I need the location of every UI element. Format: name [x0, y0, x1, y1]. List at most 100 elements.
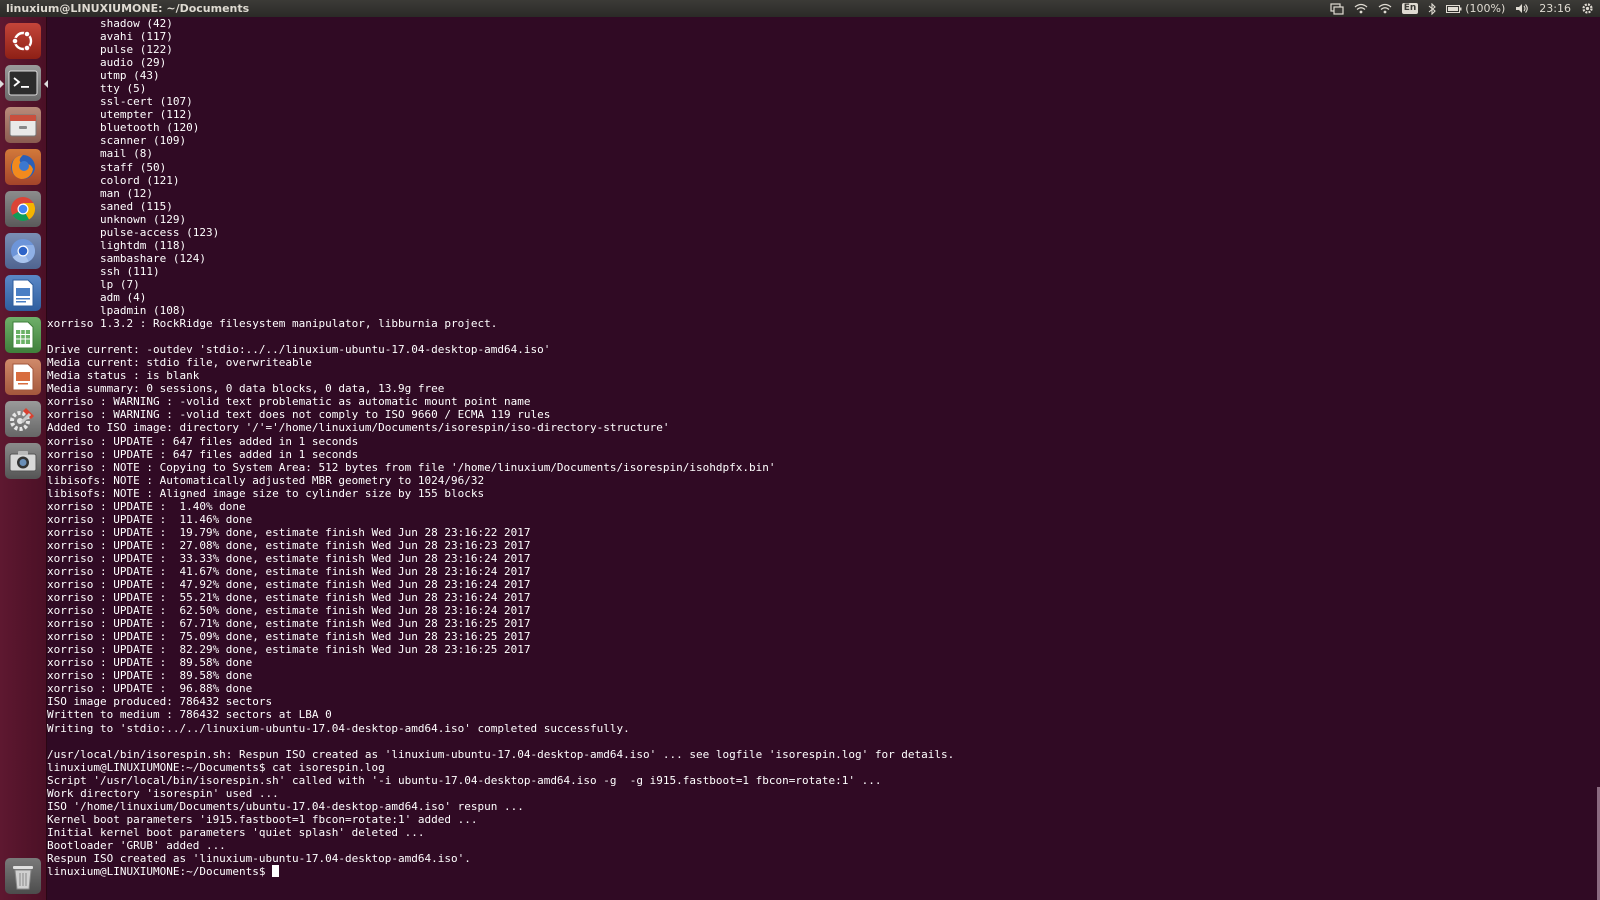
- terminal-line: Kernel boot parameters 'i915.fastboot=1 …: [47, 812, 478, 826]
- terminal-line: Added to ISO image: directory '/'='/home…: [47, 421, 670, 435]
- launcher-item-firefox[interactable]: [5, 149, 41, 185]
- chrome-icon: [11, 197, 36, 222]
- terminal-line: ISO image produced: 786432 sectors: [47, 695, 273, 709]
- terminal-line: utempter (112): [47, 108, 193, 122]
- terminal-line: ISO '/home/linuxium/Documents/ubuntu-17.…: [47, 799, 524, 813]
- launcher-item-files[interactable]: [5, 107, 41, 143]
- ubuntu-dash-icon: [11, 30, 33, 52]
- terminal-line: xorriso : UPDATE : 82.29% done, estimate…: [47, 643, 531, 657]
- terminal-line: shadow (42): [47, 17, 173, 30]
- launcher-item-terminal[interactable]: [0, 65, 48, 101]
- terminal-line: xorriso : UPDATE : 67.71% done, estimate…: [47, 617, 531, 631]
- terminal-line: staff (50): [47, 160, 167, 174]
- running-indicator: [0, 80, 4, 88]
- terminal-line: bluetooth (120): [47, 121, 200, 135]
- launcher-item-trash[interactable]: [5, 858, 41, 894]
- top-panel: linuxium@LINUXIUMONE: ~/Documents En (10…: [0, 0, 1600, 17]
- terminal-line: /usr/local/bin/isorespin.sh: Respun ISO …: [47, 747, 955, 761]
- trash-icon: [13, 866, 33, 890]
- terminal-line: Media status : is blank: [47, 369, 200, 383]
- terminal-line: xorriso : UPDATE : 89.58% done: [47, 669, 253, 683]
- terminal-line: ssh (111): [47, 264, 160, 278]
- terminal-line: saned (115): [47, 199, 173, 213]
- indicator-area: En (100%) 23:16: [1330, 0, 1594, 17]
- wifi-icon[interactable]: [1354, 0, 1368, 17]
- libreoffice-calc-icon: [12, 321, 34, 349]
- clock[interactable]: 23:16: [1539, 0, 1571, 17]
- terminal-line: xorriso : UPDATE : 1.40% done: [47, 499, 246, 513]
- terminal-line: sambashare (124): [47, 251, 206, 265]
- terminal-line: linuxium@LINUXIUMONE:~/Documents$ cat is…: [47, 760, 385, 774]
- terminal-line: xorriso : UPDATE : 47.92% done, estimate…: [47, 578, 531, 592]
- terminal-line: lp (7): [47, 277, 140, 291]
- terminal-line: xorriso : WARNING : -volid text does not…: [47, 408, 551, 422]
- terminal-line: xorriso : UPDATE : 27.08% done, estimate…: [47, 538, 531, 552]
- libreoffice-writer-icon: [12, 279, 34, 307]
- terminal-line: xorriso : NOTE : Copying to System Area:…: [47, 460, 776, 474]
- battery-icon: [1446, 4, 1462, 13]
- shell-prompt: linuxium@LINUXIUMONE:~/Documents$: [47, 865, 273, 879]
- battery-percentage: (100%): [1465, 2, 1506, 15]
- terminal-line: adm (4): [47, 290, 147, 304]
- bluetooth-icon[interactable]: [1428, 0, 1437, 17]
- terminal-line: xorriso : UPDATE : 41.67% done, estimate…: [47, 564, 531, 578]
- chromium-icon: [11, 239, 36, 264]
- system-gear-icon[interactable]: [1581, 0, 1594, 17]
- launcher-item-settings[interactable]: [5, 401, 41, 437]
- terminal-line: Work directory 'isorespin' used ...: [47, 786, 279, 800]
- terminal-line: unknown (129): [47, 212, 187, 226]
- terminal-line: libisofs: NOTE : Automatically adjusted …: [47, 473, 485, 487]
- terminal-line: Writing to 'stdio:../../linuxium-ubuntu-…: [47, 721, 630, 735]
- screenshot-icon: [9, 451, 37, 472]
- terminal-line: Bootloader 'GRUB' added ...: [47, 838, 226, 852]
- launcher-item-calc[interactable]: [5, 317, 41, 353]
- terminal-line: Media summary: 0 sessions, 0 data blocks…: [47, 382, 445, 396]
- terminal-line: Drive current: -outdev 'stdio:../../linu…: [47, 343, 551, 357]
- terminal-line: mail (8): [47, 147, 153, 161]
- volume-icon[interactable]: [1515, 0, 1529, 17]
- prompt-line[interactable]: linuxium@LINUXIUMONE:~/Documents$: [47, 865, 1600, 878]
- launcher-item-screenshot[interactable]: [5, 443, 41, 479]
- terminal-line: pulse-access (123): [47, 225, 220, 239]
- terminal-line: xorriso : UPDATE : 647 files added in 1 …: [47, 434, 359, 448]
- terminal-line: xorriso : UPDATE : 33.33% done, estimate…: [47, 551, 531, 565]
- keyboard-layout-label: En: [1401, 3, 1419, 14]
- terminal-line: ssl-cert (107): [47, 95, 193, 109]
- terminal-line: scanner (109): [47, 134, 187, 148]
- terminal-line: libisofs: NOTE : Aligned image size to c…: [47, 486, 485, 500]
- launcher-item-writer[interactable]: [5, 275, 41, 311]
- terminal-window[interactable]: shadow (42) avahi (117) pulse (122) audi…: [47, 17, 1600, 900]
- terminal-line: man (12): [47, 186, 153, 200]
- launcher-item-chromium[interactable]: [5, 233, 41, 269]
- terminal-line: Respun ISO created as 'linuxium-ubuntu-1…: [47, 852, 471, 865]
- terminal-line: colord (121): [47, 173, 180, 187]
- terminal-line: avahi (117): [47, 30, 173, 44]
- libreoffice-impress-icon: [12, 363, 34, 391]
- terminal-line: xorriso : WARNING : -volid text problema…: [47, 395, 531, 409]
- terminal-line: pulse (122): [47, 43, 173, 57]
- terminal-line: Initial kernel boot parameters 'quiet sp…: [47, 825, 425, 839]
- files-icon: [9, 114, 37, 137]
- terminal-line: Media current: stdio file, overwriteable: [47, 356, 312, 370]
- terminal-line: xorriso : UPDATE : 96.88% done: [47, 682, 253, 696]
- terminal-line: Script '/usr/local/bin/isorespin.sh' cal…: [47, 773, 882, 787]
- battery-indicator[interactable]: (100%): [1446, 0, 1505, 17]
- terminal-line: xorriso : UPDATE : 55.21% done, estimate…: [47, 591, 531, 605]
- terminal-line: audio (29): [47, 56, 167, 70]
- terminal-line: xorriso : UPDATE : 11.46% done: [47, 512, 253, 526]
- terminal-line: xorriso : UPDATE : 647 files added in 1 …: [47, 447, 359, 461]
- terminal-line: tty (5): [47, 82, 147, 96]
- launcher-item-impress[interactable]: [5, 359, 41, 395]
- launcher-item-chrome[interactable]: [5, 191, 41, 227]
- network-monitor-icon[interactable]: [1330, 0, 1344, 17]
- window-title: linuxium@LINUXIUMONE: ~/Documents: [6, 2, 250, 15]
- terminal-line: xorriso 1.3.2 : RockRidge filesystem man…: [47, 317, 498, 331]
- terminal-output: shadow (42) avahi (117) pulse (122) audi…: [47, 17, 1600, 865]
- launcher-item-dash[interactable]: [5, 23, 41, 59]
- terminal-line: Written to medium : 786432 sectors at LB…: [47, 708, 332, 722]
- terminal-line: utmp (43): [47, 69, 160, 83]
- keyboard-layout-indicator[interactable]: En: [1401, 0, 1419, 17]
- text-cursor: [272, 865, 280, 878]
- wifi-secondary-icon[interactable]: [1378, 0, 1392, 17]
